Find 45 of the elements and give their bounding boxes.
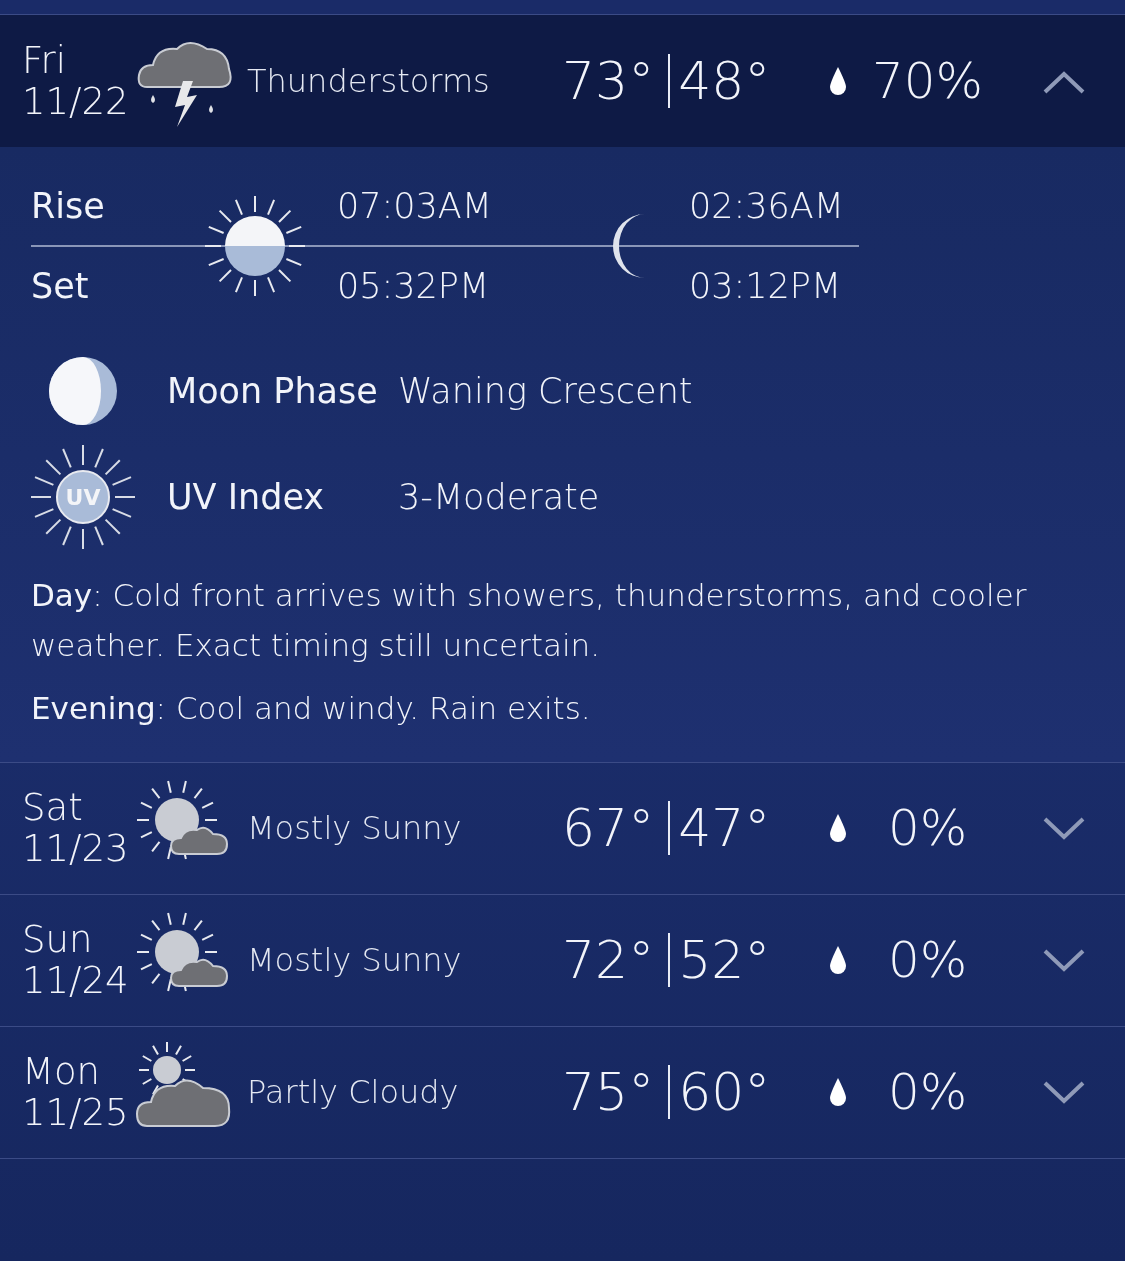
uv-index-label: UV Index [166,475,326,519]
set-label: Set [31,264,90,308]
raindrop-icon [828,944,848,977]
day-date: 11/23 [22,828,130,870]
precipitation-chance: 0% [887,1061,969,1123]
raindrop-icon [828,1076,848,1109]
day-date: 11/22 [22,81,130,123]
precipitation-chance: 70% [872,50,985,112]
condition-text: Thunderstorms [246,61,491,102]
day-row[interactable]: Mon 11/25 Partly Cloudy 75° 60° 0% [0,1026,1125,1159]
day-date: 11/24 [22,960,130,1002]
day-name: Sat [22,786,84,829]
day-name: Fri [22,39,68,81]
low-temperature: 52° [678,929,771,993]
precipitation-chance: 0% [887,929,969,991]
moonset-time: 03:12PM [689,264,843,308]
high-temperature: 73° [562,50,655,113]
sun-horizon-icon [203,194,307,298]
day-date: 11/25 [22,1092,130,1134]
precipitation-chance: 0% [887,797,969,859]
sunset-time: 05:32PM [337,264,491,308]
high-temperature: 75° [562,1061,655,1125]
low-temperature: 48° [678,50,771,113]
day-forecast-text: Day: Cold front arrives with showers, thunderstorms, and cooler weather. Exact timing still uncertain. [31,576,1028,665]
evening-forecast-text: Evening: Cool and windy. Rain exits. [31,689,592,729]
day-row[interactable]: Sat 11/23 Mostly Sunny 67° 47° 0% [0,762,1125,895]
raindrop-icon [828,812,848,845]
day-row[interactable]: Sun 11/24 Mostly Sunny 72° 52° 0% [0,894,1125,1027]
moon-phase-label: Moon Phase [166,369,379,413]
condition-text: Partly Cloudy [246,1072,460,1114]
high-temperature: 72° [562,929,655,993]
moonrise-time: 02:36AM [689,184,845,228]
low-temperature: 60° [678,1061,771,1125]
day-row[interactable]: Fri 11/22 Thunderstorms 73° 48° 70% [0,15,1125,147]
low-temperature: 47° [678,797,771,861]
condition-text: Mostly Sunny [246,808,463,850]
sunrise-time: 07:03AM [337,184,493,228]
day-name: Sun [22,918,94,961]
rise-label: Rise [31,184,106,228]
condition-text: Mostly Sunny [246,940,463,982]
raindrop-icon [828,65,848,97]
moon-phase-value: Waning Crescent [398,369,693,413]
high-temperature: 67° [562,797,655,861]
day-name: Mon [22,1050,101,1093]
uv-index-value: 3-Moderate [398,475,600,519]
